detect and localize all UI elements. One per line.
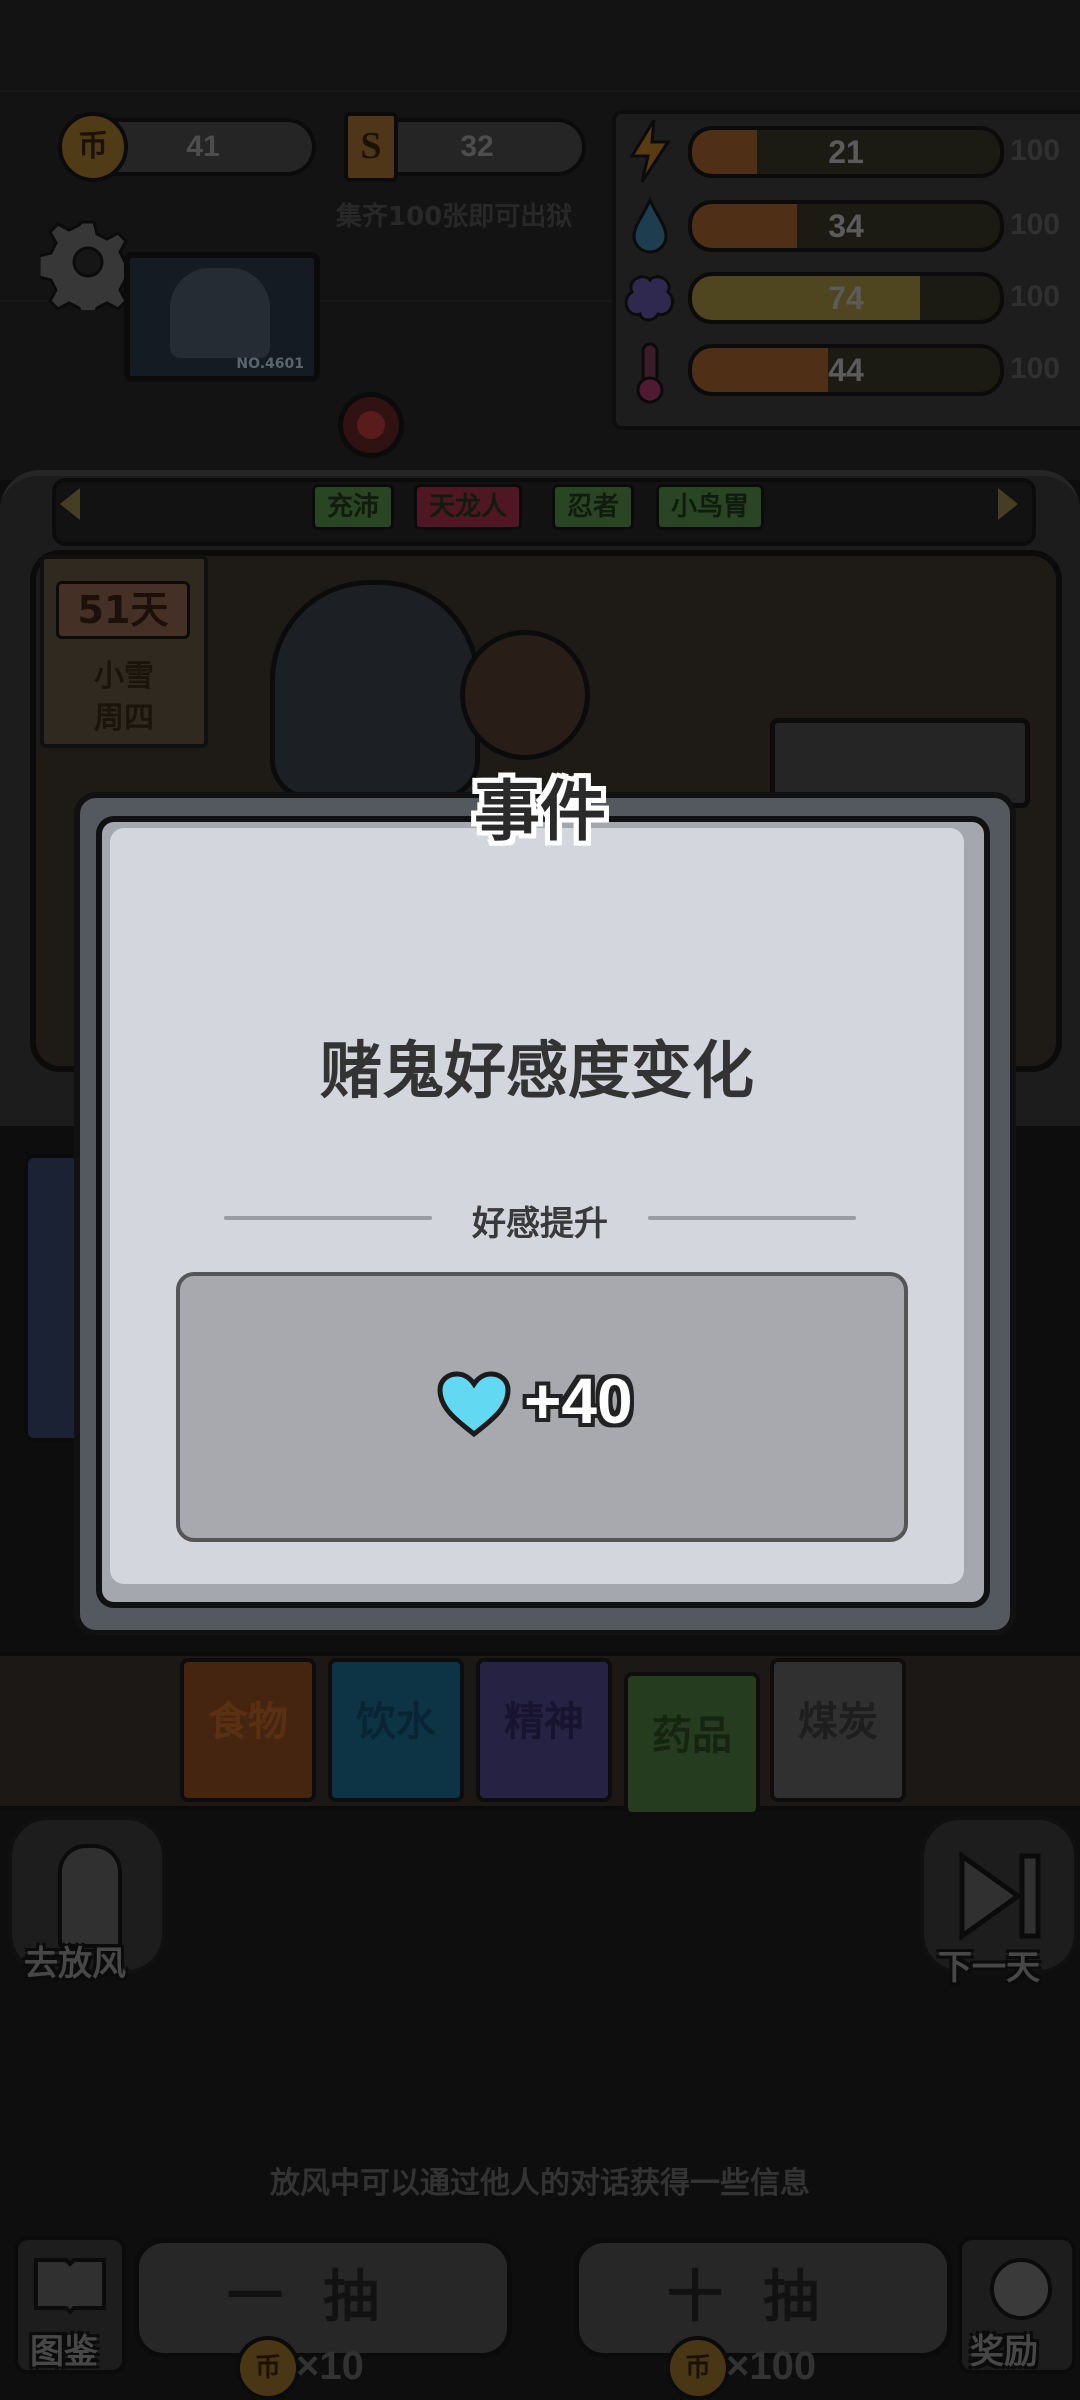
- event-subtitle: 好感提升: [472, 1204, 608, 1244]
- coin-icon: 币: [666, 2336, 730, 2400]
- coin-icon: 币: [58, 112, 128, 182]
- mind-max: 100: [1010, 280, 1061, 313]
- ticket-counter: 32: [368, 118, 586, 176]
- water-value: 34: [828, 208, 864, 244]
- coin-icon: 币: [236, 2336, 300, 2400]
- toilet-object: [460, 630, 590, 760]
- door-icon: [58, 1844, 122, 1948]
- resource-water[interactable]: 饮水: [328, 1658, 464, 1802]
- wall-line: [0, 90, 1080, 92]
- draw-ten-cost: ×100: [726, 2344, 817, 2388]
- thermometer-icon: [632, 340, 668, 406]
- ticket-icon: S: [344, 112, 398, 182]
- divider-left: [224, 1216, 432, 1220]
- mouse-mascot-icon: [990, 2258, 1052, 2320]
- trait-tab-bar: [52, 478, 1036, 546]
- modal-title: 事件: [474, 773, 606, 850]
- energy-bar: 21: [688, 126, 1004, 178]
- energy-value: 21: [828, 134, 864, 170]
- health-value: 44: [828, 352, 864, 388]
- portrait-id: NO.4601: [236, 356, 304, 372]
- coin-count: 41: [186, 130, 220, 163]
- character-portrait-monitor: NO.4601: [124, 252, 320, 382]
- mind-bar: 74: [688, 272, 1004, 324]
- book-icon: [34, 2258, 106, 2314]
- trait-tag[interactable]: 小鸟胃: [656, 484, 765, 530]
- divider-right: [648, 1216, 856, 1220]
- event-description: 赌鬼好感度变化: [319, 1034, 754, 1107]
- go-out-label: 去放风: [24, 1944, 126, 1984]
- trait-tag[interactable]: 忍者: [552, 484, 635, 530]
- lightning-icon: [628, 118, 672, 184]
- weekday-label: 周四: [94, 701, 154, 736]
- draw-one-cost: ×10: [296, 2344, 364, 2388]
- heart-icon: [437, 1371, 511, 1438]
- next-arrow-icon[interactable]: [998, 488, 1018, 520]
- energy-max: 100: [1010, 134, 1061, 167]
- water-max: 100: [1010, 208, 1061, 241]
- water-drop-icon: [630, 196, 670, 256]
- skip-forward-icon: [959, 1851, 1041, 1941]
- resource-mind[interactable]: 精神: [476, 1658, 612, 1802]
- hint-text: 放风中可以通过他人的对话获得一些信息: [270, 2166, 810, 2201]
- resource-coal[interactable]: 煤炭: [770, 1658, 906, 1802]
- ticket-count: 32: [460, 130, 494, 163]
- trait-tag[interactable]: 天龙人: [414, 484, 523, 530]
- portrait-image: [170, 268, 270, 358]
- water-bar: 34: [688, 200, 1004, 252]
- next-day-label: 下一天: [938, 1948, 1040, 1988]
- gear-icon[interactable]: [37, 214, 139, 322]
- trait-tag[interactable]: 充沛: [312, 484, 395, 530]
- resource-medicine[interactable]: 药品: [624, 1672, 760, 1816]
- gallery-label: 图鉴: [30, 2332, 98, 2372]
- mind-value: 74: [828, 280, 864, 316]
- draw-ten-label: 十抽: [667, 2265, 859, 2330]
- camera-lens-icon: [338, 392, 404, 458]
- calendar-card: 51天 小雪 周四: [40, 555, 208, 748]
- brain-icon: [622, 272, 678, 322]
- resource-food[interactable]: 食物: [180, 1658, 316, 1802]
- draw-one-label: 一抽: [227, 2265, 419, 2330]
- prev-arrow-icon[interactable]: [60, 488, 80, 520]
- day-count: 51天: [56, 581, 190, 639]
- collect-hint: 集齐100张即可出狱: [336, 202, 573, 232]
- health-bar: 44: [688, 344, 1004, 396]
- reward-value: +40: [524, 1365, 633, 1437]
- reward-box: +40: [176, 1272, 908, 1542]
- weather-label: 小雪: [94, 659, 154, 694]
- reward-label: 奖励: [970, 2332, 1038, 2372]
- health-max: 100: [1010, 352, 1061, 385]
